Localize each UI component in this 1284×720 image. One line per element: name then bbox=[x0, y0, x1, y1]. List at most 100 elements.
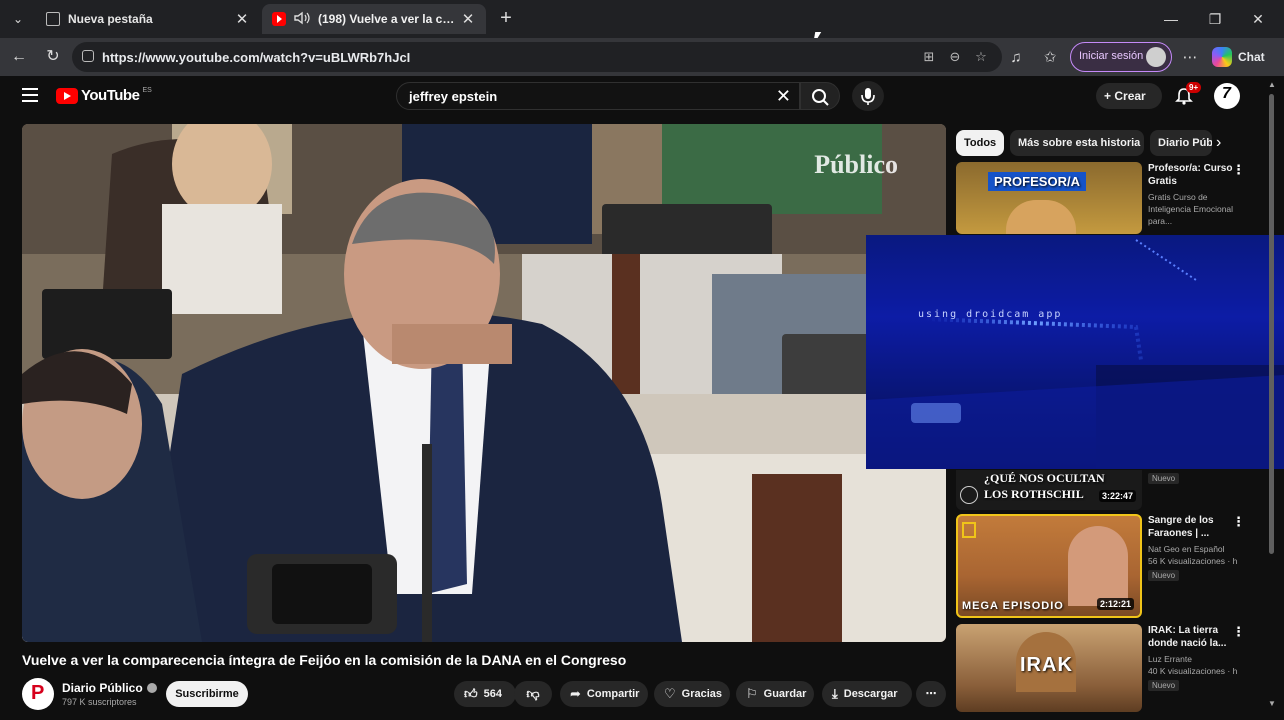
save-label: Guardar bbox=[763, 688, 807, 700]
tab-new-tab[interactable]: Nueva pestaña ✕ bbox=[36, 4, 260, 34]
hamburger-menu-icon[interactable] bbox=[22, 88, 38, 102]
youtube-header: YouTube ES jeffrey epstein ✕ + Crear 9+ bbox=[0, 76, 1284, 118]
microphone-icon bbox=[861, 88, 875, 105]
new-tab-plus-icon[interactable]: + bbox=[494, 7, 518, 31]
recommendation-item[interactable]: MEGA EPISODIO 2:12:21 Sangre de los Fara… bbox=[956, 514, 1256, 618]
recommendation-meta: Profesor/a: Curso Gratis Gratis Curso de… bbox=[1148, 162, 1240, 227]
site-info-icon[interactable] bbox=[82, 50, 94, 62]
country-code: ES bbox=[142, 87, 152, 94]
new-badge: Nuevo bbox=[1148, 473, 1180, 484]
scrollbar-thumb[interactable] bbox=[1269, 94, 1274, 554]
more-dots-icon: ⋯ bbox=[925, 688, 937, 700]
voice-search-button[interactable] bbox=[852, 81, 884, 111]
close-tab-icon[interactable]: ✕ bbox=[460, 10, 476, 28]
video-duration: 2:12:21 bbox=[1096, 598, 1134, 610]
overlay-scene bbox=[866, 235, 1284, 469]
video-title: Vuelve a ver la comparecencia íntegra de… bbox=[22, 652, 627, 668]
share-button[interactable]: ➦ Compartir bbox=[560, 681, 648, 707]
address-bar[interactable]: https://www.youtube.com/watch?v=uBLWRb7h… bbox=[72, 42, 1002, 72]
search-button[interactable] bbox=[800, 82, 840, 110]
more-vert-icon[interactable]: ⋮ bbox=[1232, 514, 1245, 530]
channel-name[interactable]: Diario Público bbox=[62, 681, 157, 695]
video-thumbnail[interactable]: IRAK bbox=[956, 624, 1142, 712]
recommendation-title[interactable]: Profesor/a: Curso Gratis bbox=[1148, 162, 1240, 188]
video-thumbnail[interactable]: ¿QUÉ NOS OCULTAN LOS ROTHSCHIL 3:22:47 bbox=[956, 470, 1142, 510]
download-button[interactable]: ⤓ Descargar bbox=[822, 681, 912, 707]
search-input[interactable]: jeffrey epstein ✕ bbox=[396, 82, 800, 110]
video-duration: 3:22:47 bbox=[1098, 490, 1136, 502]
more-options-icon[interactable]: ⋯ bbox=[1180, 48, 1200, 68]
download-icon: ⤓ bbox=[832, 686, 838, 701]
thumbnail-figure bbox=[1068, 526, 1128, 606]
sign-in-label: Iniciar sesión bbox=[1079, 50, 1144, 62]
thumbs-down-icon: 👎︎ bbox=[526, 686, 540, 701]
chip-diario-publico[interactable]: Diario Públ bbox=[1150, 130, 1212, 156]
youtube-logo[interactable]: YouTube ES bbox=[56, 87, 152, 104]
save-button[interactable]: ⚐ Guardar bbox=[736, 681, 814, 707]
chip-more-story[interactable]: Más sobre esta historia bbox=[1010, 130, 1144, 156]
page-scrollbar[interactable]: ▲ ▼ bbox=[1266, 80, 1276, 708]
chip-todos[interactable]: Todos bbox=[956, 130, 1004, 156]
like-button[interactable]: 👍︎ 564 bbox=[454, 681, 516, 707]
thanks-heart-icon: ♡ bbox=[664, 686, 676, 701]
floating-camera-window[interactable]: using droidcam app bbox=[866, 235, 1284, 469]
back-arrow-icon[interactable]: ← bbox=[8, 46, 30, 68]
favorite-star-icon[interactable]: ☆ bbox=[972, 48, 990, 66]
browser-tab-bar: ⌄ Nueva pestaña ✕ (198) Vuelve a ver la … bbox=[0, 0, 1284, 38]
favorites-icon[interactable]: ✩ bbox=[1040, 48, 1060, 68]
tab-search-chevron-icon[interactable]: ⌄ bbox=[6, 8, 30, 30]
recommendation-title[interactable]: IRAK: La tierra donde nació la... bbox=[1148, 624, 1240, 650]
youtube-favicon-icon bbox=[272, 12, 286, 26]
more-vert-icon[interactable]: ⋮ bbox=[1232, 162, 1245, 178]
more-actions-button[interactable]: ⋯ bbox=[916, 681, 946, 707]
like-count: 564 bbox=[483, 688, 502, 700]
chevron-right-icon[interactable]: › bbox=[1216, 134, 1221, 152]
close-window-icon[interactable]: ✕ bbox=[1243, 8, 1273, 30]
recommendation-channel: Nat Geo en Español bbox=[1148, 544, 1225, 554]
profile-avatar bbox=[1146, 47, 1166, 67]
user-avatar[interactable] bbox=[1214, 83, 1240, 109]
recommendation-item[interactable]: IRAK IRAK: La tierra donde nació la... L… bbox=[956, 624, 1256, 712]
thumbnail-figure bbox=[1006, 200, 1076, 234]
recommendation-views: 40 K visualizaciones · h bbox=[1148, 666, 1238, 676]
zoom-icon[interactable]: ⊖ bbox=[946, 48, 964, 66]
channel-name-text[interactable]: Diario Público bbox=[62, 681, 143, 695]
recommendation-item[interactable]: PROFESOR/A Profesor/a: Curso Gratis Grat… bbox=[956, 162, 1256, 234]
tab-youtube-video[interactable]: (198) Vuelve a ver la comparec ✕ bbox=[262, 4, 486, 34]
search-query-text[interactable]: jeffrey epstein bbox=[409, 89, 497, 104]
minimize-icon[interactable]: — bbox=[1156, 8, 1186, 30]
recommendation-item[interactable]: ¿QUÉ NOS OCULTAN LOS ROTHSCHIL 3:22:47 N… bbox=[956, 470, 1256, 510]
recommendation-title[interactable]: Sangre de los Faraones | ... bbox=[1148, 514, 1240, 540]
search-icon bbox=[812, 89, 829, 106]
url-text[interactable]: https://www.youtube.com/watch?v=uBLWRb7h… bbox=[102, 50, 410, 65]
scroll-down-arrow-icon[interactable]: ▼ bbox=[1268, 699, 1276, 708]
more-vert-icon[interactable]: ⋮ bbox=[1232, 624, 1245, 640]
recommendation-channel: Gratis Curso de Inteligencia Emocional p… bbox=[1148, 192, 1234, 226]
create-button[interactable]: + Crear bbox=[1096, 83, 1162, 109]
close-tab-icon[interactable]: ✕ bbox=[234, 10, 250, 28]
channel-avatar[interactable] bbox=[22, 678, 54, 710]
reload-icon[interactable]: ↻ bbox=[42, 46, 64, 68]
sign-in-button[interactable]: Iniciar sesión bbox=[1070, 42, 1172, 72]
speaker-icon[interactable] bbox=[294, 11, 312, 28]
bookmark-icon: ⚐ bbox=[746, 686, 758, 701]
subscribe-button[interactable]: Suscribirme bbox=[166, 681, 248, 707]
media-control-icon[interactable]: ♫ bbox=[1006, 48, 1026, 68]
recommendation-meta: IRAK: La tierra donde nació la... Luz Er… bbox=[1148, 624, 1240, 691]
video-thumbnail[interactable]: MEGA EPISODIO 2:12:21 bbox=[956, 514, 1142, 618]
dislike-button[interactable]: 👎︎ bbox=[514, 681, 552, 707]
clear-search-icon[interactable]: ✕ bbox=[776, 86, 791, 107]
coin-icon bbox=[960, 486, 978, 504]
share-label: Compartir bbox=[586, 688, 640, 700]
maximize-icon[interactable]: ❐ bbox=[1200, 8, 1230, 30]
thanks-button[interactable]: ♡ Gracias bbox=[654, 681, 730, 707]
thumbnail-text: IRAK bbox=[1020, 654, 1073, 676]
scroll-up-arrow-icon[interactable]: ▲ bbox=[1268, 80, 1276, 89]
copilot-chat-button[interactable]: Chat bbox=[1212, 45, 1265, 69]
thumbs-up-icon: 👍︎ bbox=[464, 686, 478, 701]
tab-title: (198) Vuelve a ver la comparec bbox=[318, 12, 460, 26]
video-player[interactable]: Público bbox=[22, 124, 946, 642]
app-available-icon[interactable]: ⊞ bbox=[920, 48, 938, 66]
video-thumbnail[interactable]: PROFESOR/A bbox=[956, 162, 1142, 234]
new-badge: Nuevo bbox=[1148, 570, 1180, 581]
